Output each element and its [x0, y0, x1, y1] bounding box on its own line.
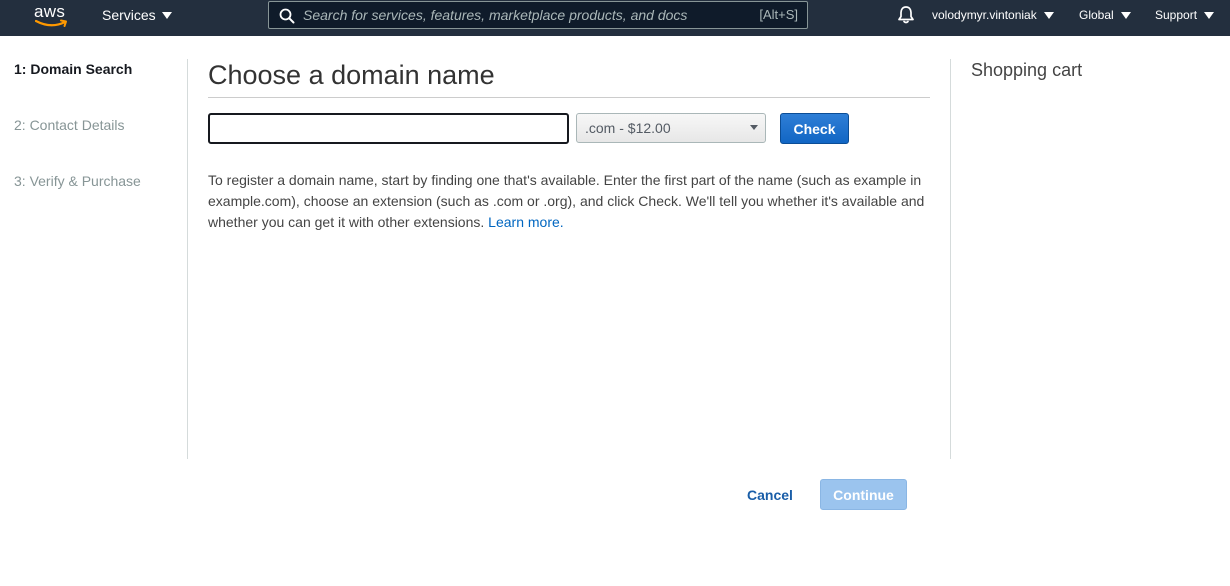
aws-logo[interactable]: aws: [34, 2, 70, 32]
check-button[interactable]: Check: [780, 113, 849, 144]
dropdown-arrow-icon: [750, 125, 758, 130]
step-contact-details: 2: Contact Details: [14, 117, 125, 133]
services-label: Services: [102, 7, 156, 23]
tld-select[interactable]: .com - $12.00: [576, 113, 766, 143]
tld-selected-value: .com - $12.00: [585, 120, 671, 136]
account-username: volodymyr.vintoniak: [932, 8, 1037, 22]
region-menu-button[interactable]: Global: [1079, 8, 1131, 22]
description-text: To register a domain name, start by find…: [208, 172, 925, 230]
chevron-down-icon: [161, 12, 172, 19]
continue-button[interactable]: Continue: [820, 479, 907, 510]
step-verify-purchase: 3: Verify & Purchase: [14, 173, 141, 189]
bell-icon[interactable]: [897, 5, 915, 25]
left-divider: [187, 59, 188, 459]
search-icon: [279, 8, 295, 24]
global-search-box[interactable]: [Alt+S]: [268, 1, 808, 29]
support-menu-button[interactable]: Support: [1155, 8, 1215, 22]
domain-search-description: To register a domain name, start by find…: [208, 170, 932, 233]
chevron-down-icon: [1120, 12, 1131, 19]
search-input[interactable]: [303, 2, 743, 28]
shopping-cart-title: Shopping cart: [971, 60, 1083, 80]
search-shortcut-hint: [Alt+S]: [759, 7, 798, 22]
account-menu-button[interactable]: volodymyr.vintoniak: [932, 8, 1054, 22]
aws-smile-icon: [35, 19, 67, 27]
top-navigation-bar: aws Services [Alt+S] volodymyr.vintoniak…: [0, 0, 1230, 36]
domain-name-input[interactable]: [208, 113, 569, 144]
chevron-down-icon: [1204, 12, 1215, 19]
title-divider: [208, 97, 930, 98]
learn-more-link[interactable]: Learn more.: [488, 214, 563, 230]
right-divider: [950, 59, 951, 459]
chevron-down-icon: [1043, 12, 1054, 19]
step-domain-search: 1: Domain Search: [14, 61, 133, 77]
region-label: Global: [1079, 8, 1114, 22]
support-label: Support: [1155, 8, 1198, 22]
cancel-button[interactable]: Cancel: [738, 479, 802, 510]
services-menu-button[interactable]: Services: [102, 7, 172, 23]
page-title: Choose a domain name: [208, 60, 495, 90]
